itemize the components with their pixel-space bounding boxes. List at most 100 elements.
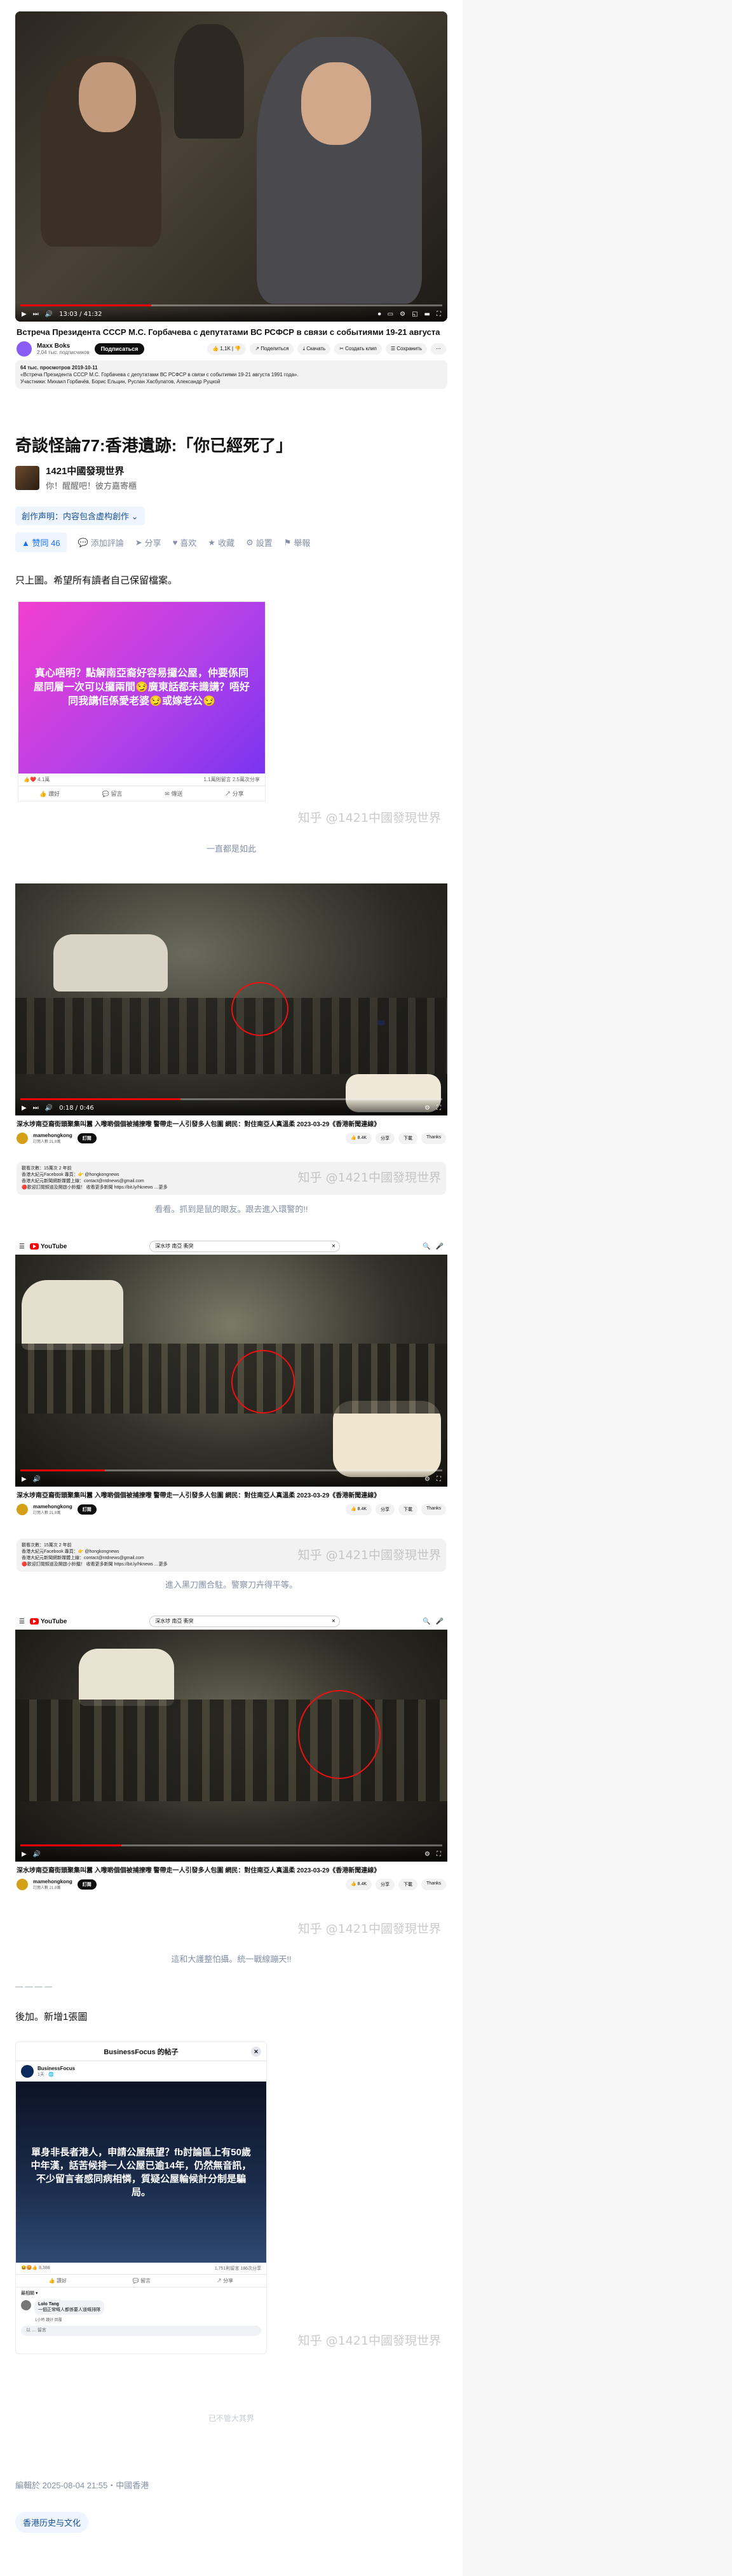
settings-button[interactable]: ⚙ 設置: [246, 536, 273, 549]
play-icon[interactable]: ▶: [22, 311, 27, 318]
subscribe-button[interactable]: 訂閱: [77, 1504, 97, 1515]
youtube-logo[interactable]: YouTube: [29, 1618, 67, 1625]
channel-name[interactable]: mamehongkong: [33, 1133, 72, 1138]
share-button[interactable]: 分享: [376, 1504, 395, 1515]
like-button[interactable]: 👍 8.4K: [345, 1879, 372, 1890]
fullscreen-icon[interactable]: ⛶: [437, 1851, 441, 1858]
like-button[interactable]: 👍 讚好: [49, 2277, 67, 2284]
comment-sort[interactable]: 最相關 ▾: [16, 2287, 266, 2299]
download-button[interactable]: 下載: [398, 1504, 418, 1515]
share-button[interactable]: ↗ 分享: [225, 789, 244, 798]
avatar[interactable]: [21, 2300, 31, 2310]
avatar[interactable]: [17, 341, 32, 357]
subscribe-button[interactable]: 訂閱: [77, 1133, 97, 1143]
more-button[interactable]: ⋯: [431, 343, 446, 355]
download-button[interactable]: 下載: [398, 1133, 418, 1144]
video-player[interactable]: ▶ 🔊 ⚙ ⛶: [15, 1630, 447, 1862]
autoplay-icon[interactable]: ⏺: [378, 311, 381, 318]
share-button[interactable]: 分享: [376, 1133, 395, 1144]
volume-icon[interactable]: 🔊: [45, 311, 53, 318]
fullscreen-icon[interactable]: ⛶: [437, 1105, 441, 1112]
play-icon[interactable]: ▶: [22, 1476, 27, 1483]
video-description[interactable]: 64 тыс. просмотров 2019-10-11 «Встреча П…: [15, 360, 447, 389]
comment-button[interactable]: 💬 添加評論: [78, 536, 124, 549]
menu-icon[interactable]: ☰: [19, 1243, 25, 1250]
subscribe-button[interactable]: Подписаться: [94, 343, 145, 355]
vote-up-button[interactable]: ▲ 赞同 46: [15, 533, 67, 552]
page-name[interactable]: BusinessFocus: [37, 2066, 75, 2071]
search-input[interactable]: 深水埗 南亞 衝突 ✕: [149, 1241, 341, 1252]
youtube-logo[interactable]: YouTube: [29, 1243, 67, 1250]
settings-icon[interactable]: ⚙: [424, 1851, 430, 1858]
end-mark: 已不管大其界: [208, 2414, 254, 2423]
theater-icon[interactable]: ▬: [424, 311, 430, 318]
topic-tag[interactable]: 香港历史与文化: [15, 2512, 89, 2533]
search-icon[interactable]: 🔍: [423, 1243, 430, 1250]
channel-name[interactable]: Maxx Boks: [37, 343, 90, 350]
avatar[interactable]: [21, 2065, 34, 2078]
next-icon[interactable]: ⏭: [33, 311, 39, 318]
download-button[interactable]: 下載: [398, 1879, 418, 1890]
search-icon[interactable]: 🔍: [423, 1618, 430, 1625]
share-button[interactable]: 分享: [376, 1879, 395, 1890]
settings-icon[interactable]: ⚙: [424, 1476, 430, 1483]
save-button[interactable]: ☰ Сохранить: [385, 343, 427, 355]
play-icon[interactable]: ▶: [22, 1105, 27, 1112]
comment-meta: 1小時 讚好 回覆: [35, 2319, 62, 2322]
thanks-button[interactable]: Thanks: [421, 1879, 446, 1890]
like-button[interactable]: ♥ 喜欢: [173, 536, 197, 549]
fullscreen-icon[interactable]: ⛶: [437, 1476, 441, 1483]
action-bar: ▲ 赞同 46 💬 添加評論 ➤ 分享 ♥ 喜欢 ★ 收藏 ⚙ 設置 ⚑ 舉報: [15, 533, 310, 552]
close-icon[interactable]: ✕: [331, 1616, 336, 1626]
author-name[interactable]: 1421中國發現世界: [46, 464, 137, 477]
settings-icon[interactable]: ⚙: [424, 1105, 430, 1112]
share-button[interactable]: ➤ 分享: [135, 536, 161, 549]
volume-icon[interactable]: 🔊: [33, 1851, 41, 1858]
avatar[interactable]: [17, 1133, 28, 1144]
like-button[interactable]: 👍 8.4K: [345, 1504, 372, 1515]
send-button[interactable]: ✉ 傳送: [165, 789, 182, 798]
next-icon[interactable]: ⏭: [33, 1105, 39, 1112]
screenshot-youtube-sham-shui-po-2: ☰ YouTube 深水埗 南亞 衝突 ✕ 🔍 🎤 ▶ 🔊 ⚙ ⛶ 深水埗南亞裔街頭聚…: [15, 1238, 447, 1556]
comment-input[interactable]: 以 … 留言: [21, 2326, 261, 2336]
mic-icon[interactable]: 🎤: [436, 1243, 444, 1250]
volume-icon[interactable]: 🔊: [45, 1105, 53, 1112]
miniplayer-icon[interactable]: ◱: [412, 311, 417, 318]
menu-icon[interactable]: ☰: [19, 1618, 25, 1625]
creation-statement[interactable]: 創作声明：内容包含虚构創作 ⌄: [15, 507, 145, 525]
clip-button[interactable]: ✂ Создать клип: [334, 343, 382, 355]
settings-icon[interactable]: ⚙: [400, 311, 405, 318]
video-player[interactable]: ▶ ⏭ 🔊 0:18 / 0:46 ⚙ ⛶: [15, 883, 447, 1115]
collect-button[interactable]: ★ 收藏: [208, 536, 234, 549]
comment-button[interactable]: 💬 留言: [102, 789, 123, 798]
avatar[interactable]: [17, 1504, 28, 1515]
thanks-button[interactable]: Thanks: [421, 1133, 446, 1144]
post-time: 1天 · 🌐: [37, 2072, 54, 2077]
like-button[interactable]: 👍 1,1K | 👎: [207, 343, 247, 355]
video-player[interactable]: ▶ ⏭ 🔊 13:03 / 41:32 ⏺ ▭ ⚙ ◱ ▬ ⛶: [15, 11, 447, 322]
play-icon[interactable]: ▶: [22, 1851, 27, 1858]
share-button[interactable]: ↗ 分享: [217, 2277, 233, 2284]
commenter-name[interactable]: Lolo Tang: [38, 2302, 100, 2307]
share-button[interactable]: ↗ Поделиться: [250, 343, 294, 355]
subtitles-icon[interactable]: ▭: [388, 311, 393, 318]
like-button[interactable]: 👍 8.4K: [345, 1133, 372, 1144]
channel-name[interactable]: mamehongkong: [33, 1504, 72, 1509]
subscribe-button[interactable]: 訂閱: [77, 1879, 97, 1890]
fullscreen-icon[interactable]: ⛶: [437, 311, 441, 318]
close-icon[interactable]: ✕: [331, 1241, 336, 1251]
channel-name[interactable]: mamehongkong: [33, 1879, 72, 1884]
video-player[interactable]: ▶ 🔊 ⚙ ⛶: [15, 1255, 447, 1487]
volume-icon[interactable]: 🔊: [33, 1476, 41, 1483]
author-avatar[interactable]: [15, 465, 39, 490]
mic-icon[interactable]: 🎤: [436, 1618, 444, 1625]
report-button[interactable]: ⚑ 舉報: [284, 536, 311, 549]
close-icon[interactable]: ✕: [251, 2046, 261, 2057]
separator: — — — —: [15, 1982, 53, 1991]
avatar[interactable]: [17, 1879, 28, 1890]
search-input[interactable]: 深水埗 南亞 衝突 ✕: [149, 1616, 341, 1627]
like-button[interactable]: 👍 讚好: [39, 789, 60, 798]
thanks-button[interactable]: Thanks: [421, 1504, 446, 1515]
comment-button[interactable]: 💬 留言: [133, 2277, 151, 2284]
download-button[interactable]: ⤓ Скачать: [297, 343, 331, 355]
